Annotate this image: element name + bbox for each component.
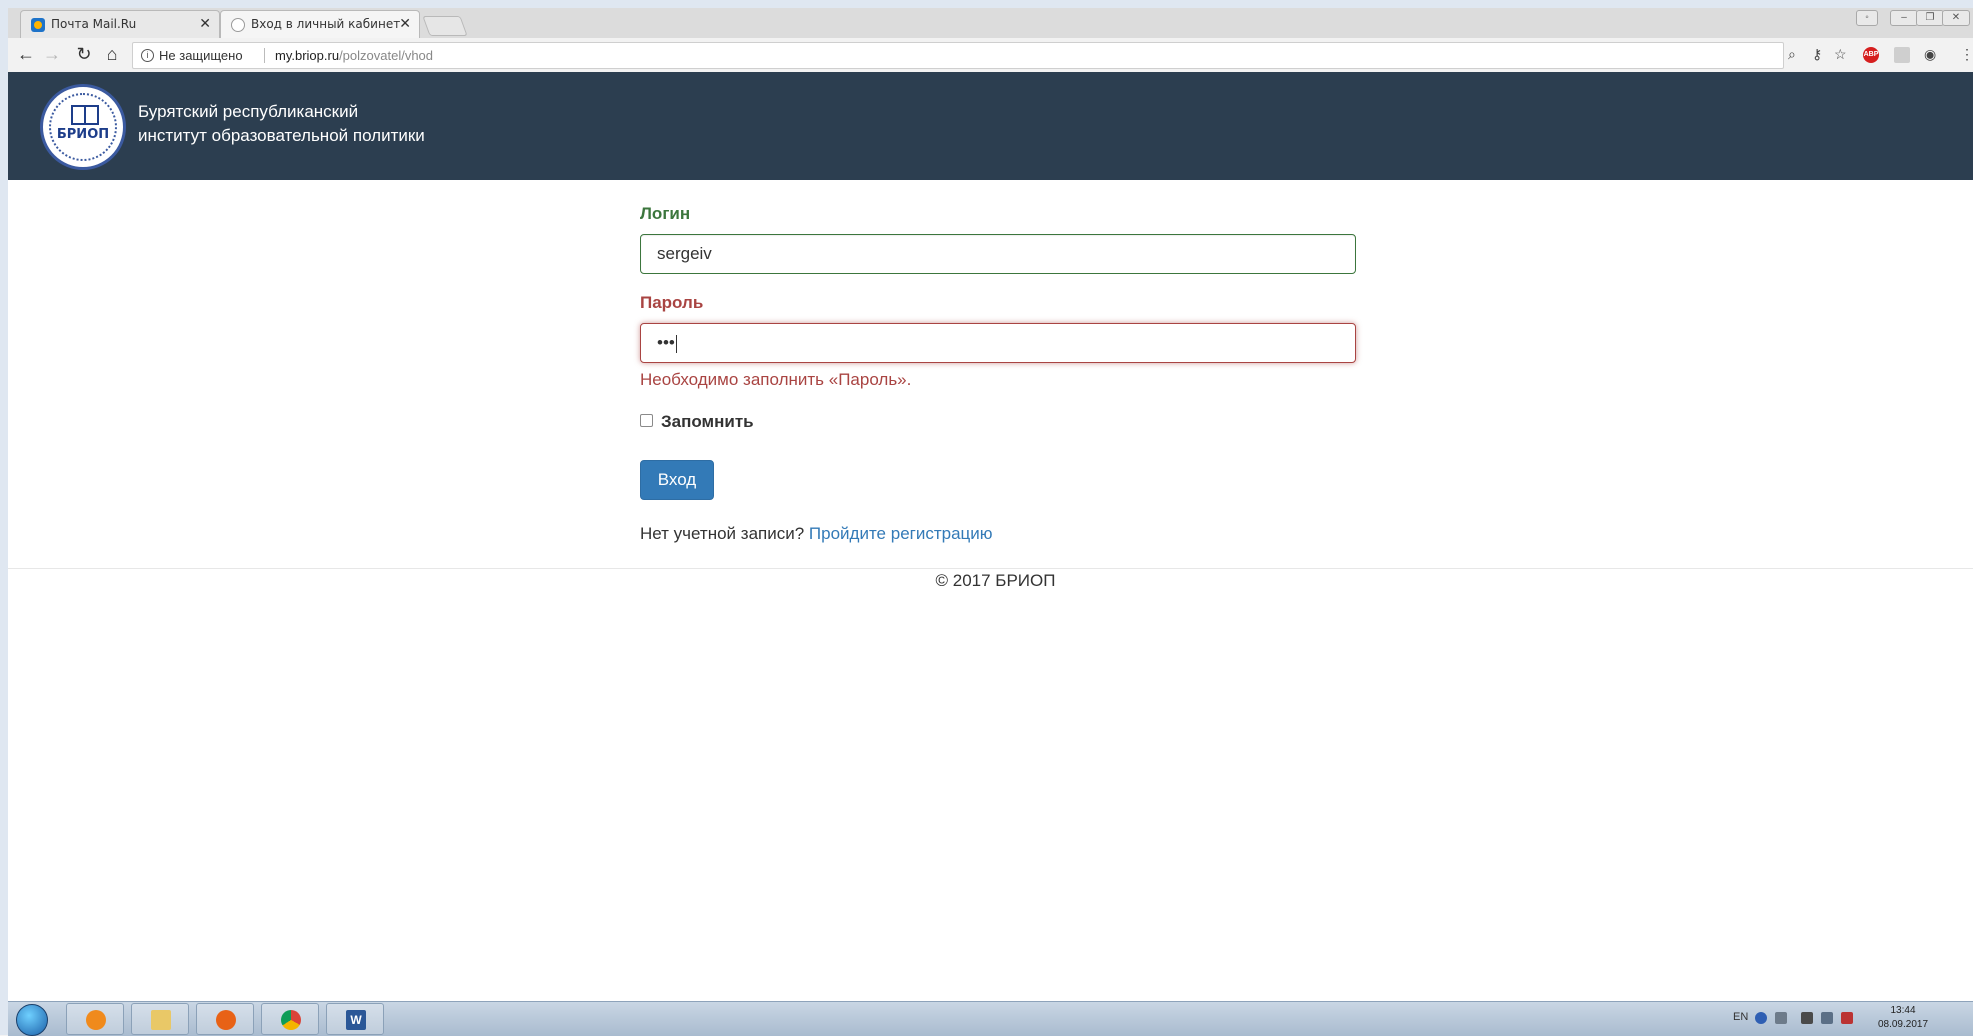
footer-divider [8,568,1973,569]
browser-window: Почта Mail.Ru ✕ Вход в личный кабинет ✕ … [8,8,1973,1001]
text-caret [675,334,677,353]
background-strip [0,0,1973,8]
firefox-icon [216,1010,236,1030]
zoom-icon[interactable]: ⌕ [1788,44,1796,64]
security-indicator[interactable]: Не защищено [159,43,243,68]
word-icon: W [346,1010,366,1030]
taskbar-explorer[interactable] [131,1003,189,1035]
restore-icon[interactable]: ❐ [1916,10,1944,26]
folder-icon [151,1010,171,1030]
tab-close-icon[interactable]: ✕ [199,11,211,37]
login-button[interactable]: Вход [640,460,714,500]
media-player-icon [86,1010,106,1030]
divider [264,48,265,63]
back-arrow-icon[interactable]: ← [16,44,36,64]
remember-label[interactable]: Запомнить [661,412,754,432]
network-icon[interactable] [1775,1012,1787,1024]
help-icon[interactable] [1755,1012,1767,1024]
window-close-icon[interactable]: ✕ [1942,10,1970,26]
url-path: /polzovatel/vhod [339,48,434,63]
taskbar-firefox[interactable] [196,1003,254,1035]
org-name-line2: институт образовательной политики [138,126,425,145]
password-dots: ••• [657,333,675,352]
no-account-text: Нет учетной записи? [640,524,805,543]
tab-title: Вход в личный кабинет [251,17,401,31]
start-button[interactable] [16,1004,48,1036]
remember-checkbox[interactable] [640,414,653,427]
organization-name[interactable]: Бурятский республиканский институт образ… [138,100,425,148]
clock-time: 13:44 [1890,1005,1916,1016]
background-edge [0,0,8,1035]
display-icon[interactable] [1821,1012,1833,1024]
taskbar-media-player[interactable] [66,1003,124,1035]
login-input[interactable]: sergeiv [640,234,1356,274]
site-header: БРИОП Бурятский республиканский институт… [8,72,1973,180]
url-text[interactable]: my.briop.ru/polzovatel/vhod [275,43,433,68]
tab-login[interactable]: Вход в личный кабинет ✕ [220,10,420,38]
taskbar-word[interactable]: W [326,1003,384,1035]
language-indicator[interactable]: EN [1733,1011,1748,1023]
adblock-icon[interactable]: ABP [1863,47,1879,63]
taskbar-chrome[interactable] [261,1003,319,1035]
home-icon[interactable]: ⌂ [102,44,122,64]
chrome-icon [281,1010,301,1030]
password-error: Необходимо заполнить «Пароль». [640,370,912,389]
globe-favicon-icon [231,18,245,32]
taskbar: W EN 13:44 08.09.2017 [8,1001,1973,1036]
info-icon[interactable]: i [141,49,154,62]
book-icon [71,105,99,125]
bookmark-star-icon[interactable]: ☆ [1834,44,1847,64]
register-prompt: Нет учетной записи? Пройдите регистрацию [640,524,993,544]
password-input[interactable]: ••• [640,323,1356,363]
copyright: © 2017 БРИОП [935,571,1056,590]
logo-text: БРИОП [56,127,110,142]
briop-logo[interactable]: БРИОП [40,84,126,170]
address-bar[interactable]: i Не защищено my.briop.ru/polzovatel/vho… [132,42,1784,69]
volume-muted-icon[interactable] [1841,1012,1853,1024]
login-label: Логин [640,204,691,223]
browser-menu-icon[interactable]: ⋮ [1960,44,1973,64]
clock[interactable]: 13:44 08.09.2017 [1868,1004,1938,1032]
extension-icon[interactable] [1894,47,1910,63]
minimize-icon[interactable]: – [1890,10,1918,26]
url-host: my.briop.ru [275,48,340,63]
tab-mail[interactable]: Почта Mail.Ru ✕ [20,10,220,38]
new-tab-button[interactable] [422,16,468,36]
register-link[interactable]: Пройдите регистрацию [809,524,993,543]
tab-strip: Почта Mail.Ru ✕ Вход в личный кабинет ✕ … [8,8,1973,38]
key-icon[interactable]: ⚷ [1812,44,1822,64]
address-toolbar: ← → ↻ ⌂ i Не защищено my.briop.ru/polzov… [8,38,1973,73]
reload-icon[interactable]: ↻ [74,44,94,64]
action-center-flag-icon[interactable] [1801,1012,1813,1024]
eye-icon[interactable]: ◉ [1924,44,1936,64]
tab-title: Почта Mail.Ru [51,17,137,31]
profile-icon[interactable]: ◦ [1856,10,1878,26]
mail-favicon-icon [31,18,45,32]
forward-arrow-icon[interactable]: → [42,44,62,64]
tab-close-icon[interactable]: ✕ [399,11,411,37]
password-label: Пароль [640,293,704,312]
org-name-line1: Бурятский республиканский [138,102,359,121]
clock-date: 08.09.2017 [1877,1019,1929,1030]
